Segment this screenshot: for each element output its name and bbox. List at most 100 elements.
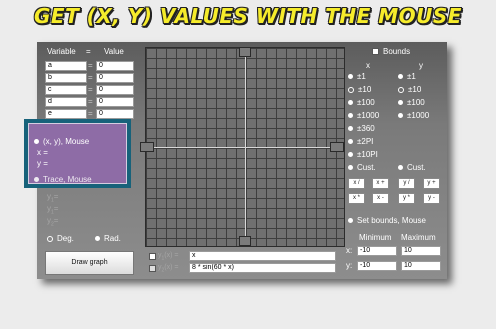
value-header: Value [104,47,124,56]
x-bound-option-10[interactable]: ±10 [348,85,371,94]
mouse-xy-label: (x, y), Mouse [43,137,90,146]
radio-selected-icon [348,74,353,80]
radio-selected-icon [34,139,39,145]
x-bound-label: ±10PI [357,150,378,159]
x-bound-option-2pi[interactable]: ±2PI [348,137,373,146]
x-bound-label: ±1000 [357,111,380,120]
function-label-2: y2(x) = [158,264,179,274]
equals-sign: = [88,97,93,106]
radio-selected-icon [398,74,403,80]
x-multiply-button[interactable]: x * [348,193,365,204]
y-bound-option-100[interactable]: ±100 [398,98,425,107]
y-bound-option-1[interactable]: ±1 [398,72,416,81]
y-divide-button[interactable]: y / [398,178,415,189]
variable-name-field-d[interactable]: d [45,97,87,107]
x-bound-label: ±100 [357,98,375,107]
rad-radio[interactable]: Rad. [95,234,121,243]
top-drag-handle[interactable] [239,47,251,57]
variable-name-field-b[interactable]: b [45,73,87,83]
variable-header: Variable [47,47,76,56]
x-range-label: x: [346,246,353,255]
radio-icon [398,86,404,93]
deg-radio[interactable]: Deg. [47,234,74,243]
variable-value-field-a[interactable]: 0 [96,61,134,71]
bounds-checkbox[interactable]: Bounds [372,47,410,56]
radio-selected-icon [348,113,353,119]
radio-icon [348,86,354,93]
x-bound-label: ±1 [357,72,366,81]
hidden-row-label: y1= [47,204,59,216]
variable-value-field-d[interactable]: 0 [96,97,134,107]
radio-selected-icon [95,236,100,242]
y-bound-option-1000[interactable]: ±1000 [398,111,429,120]
draw-graph-button[interactable]: Draw graph [45,251,134,275]
y-bound-option-10[interactable]: ±10 [398,85,421,94]
x-minus-button[interactable]: x - [372,193,389,204]
x-bound-option-10pi[interactable]: ±10PI [348,150,378,159]
rad-label: Rad. [104,234,121,243]
left-drag-handle[interactable] [140,142,154,152]
x-divide-button[interactable]: x / [348,178,365,189]
hidden-row-label: y2= [47,216,59,228]
y-minus-button[interactable]: y - [423,193,440,204]
minimum-header: Minimum [359,233,392,242]
right-drag-handle[interactable] [330,142,344,152]
x-bound-option-custom[interactable]: Cust. [348,163,376,172]
trace-mouse-label: Trace, Mouse [43,175,92,184]
y-bound-label: ±10 [408,85,422,94]
y-bound-label: ±1 [407,72,416,81]
deg-label: Deg. [57,234,74,243]
y-min-field[interactable]: -10 [357,261,397,271]
equals-sign: = [88,61,93,70]
x-bound-label: ±10 [358,85,372,94]
hidden-row-label: y1= [47,192,59,204]
mouse-y-readout: y = [37,159,48,168]
y-bound-option-custom[interactable]: Cust. [398,163,426,172]
x-axis [146,147,344,148]
y-max-field[interactable]: 10 [401,261,441,271]
x-bound-option-1[interactable]: ±1 [348,72,366,81]
x-bound-label: ±360 [357,124,375,133]
radio-selected-icon [348,100,353,106]
variable-value-field-b[interactable]: 0 [96,73,134,83]
set-bounds-label: Set bounds, Mouse [357,216,426,225]
variable-value-field-e[interactable]: 0 [96,109,134,119]
trace-mouse-radio[interactable]: Trace, Mouse [34,175,92,184]
function-field-2[interactable]: 8 * sin(60 * x) [189,263,336,273]
bounds-label: Bounds [383,47,411,56]
mouse-xy-radio[interactable]: (x, y), Mouse [34,137,89,146]
variable-name-field-a[interactable]: a [45,61,87,71]
page-title: GET (X, Y) VALUES WITH THE MOUSE [34,4,462,28]
radio-selected-icon [398,100,403,106]
variable-name-field-c[interactable]: c [45,85,87,95]
x-plus-button[interactable]: x + [372,178,389,189]
set-bounds-mouse-radio[interactable]: Set bounds, Mouse [348,216,426,225]
mouse-readout-panel: (x, y), Mouse x = y = Trace, Mouse [28,123,127,184]
x-max-field[interactable]: 10 [401,246,441,256]
mouse-readout-highlight: (x, y), Mouse x = y = Trace, Mouse [24,119,131,188]
y-bound-label: ±1000 [407,111,430,120]
x-bound-option-360[interactable]: ±360 [348,124,375,133]
x-bound-option-100[interactable]: ±100 [348,98,375,107]
graph-canvas[interactable] [140,47,345,247]
y-plus-button[interactable]: y + [423,178,440,189]
x-bound-label: Cust. [357,163,376,172]
y-bound-label: Cust. [407,163,426,172]
equals-sign: = [88,109,93,118]
variable-name-field-e[interactable]: e [45,109,87,119]
x-min-field[interactable]: -10 [357,246,397,256]
checkbox-unchecked-icon [149,265,156,273]
y-bound-label: ±100 [407,98,425,107]
mouse-x-readout: x = [37,148,48,157]
bottom-drag-handle[interactable] [239,236,251,246]
x-bound-label: ±2PI [357,137,374,146]
variable-value-field-c[interactable]: 0 [96,85,134,95]
y-bounds-header: y [419,61,423,70]
radio-selected-icon [348,218,353,224]
y-multiply-button[interactable]: y * [398,193,415,204]
y-range-label: y: [346,261,353,270]
equals-sign: = [88,85,93,94]
function-field-1[interactable]: x [189,251,336,261]
x-bound-option-1000[interactable]: ±1000 [348,111,379,120]
radio-selected-icon [398,113,403,119]
